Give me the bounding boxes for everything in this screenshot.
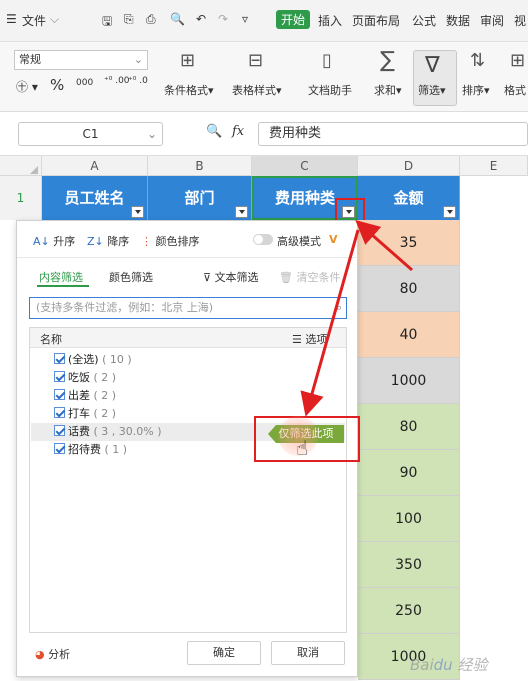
- arrow-to-only-filter: [300, 229, 360, 417]
- annotation-arrows: [300, 220, 413, 417]
- baidu-watermark: Baidu 经验: [410, 656, 488, 674]
- arrow-to-dropdown: [355, 220, 413, 272]
